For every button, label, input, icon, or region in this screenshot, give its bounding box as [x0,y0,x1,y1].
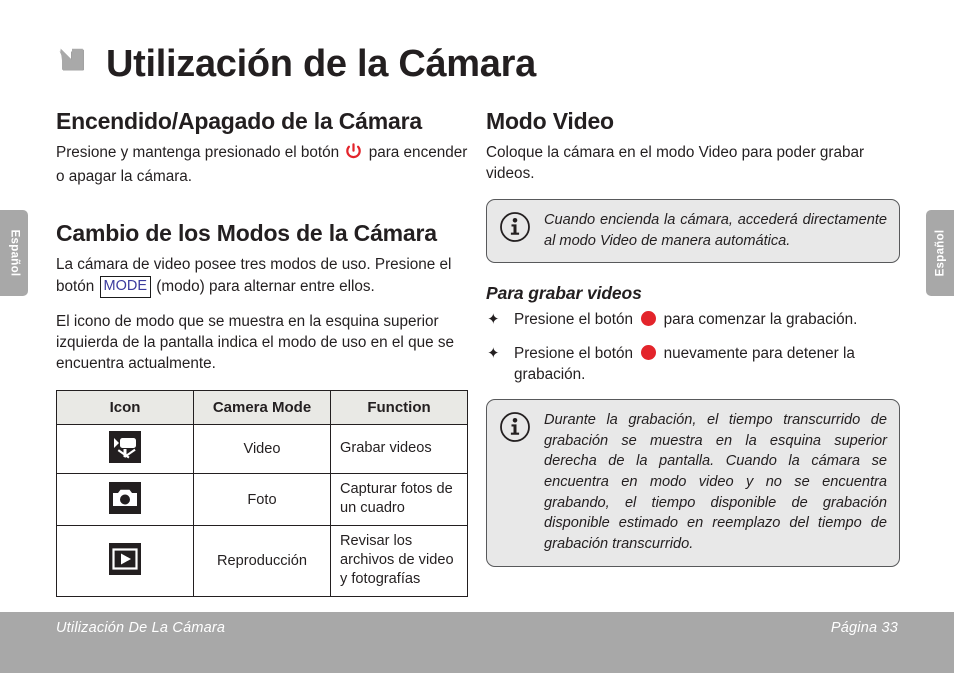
language-tab-right: Español [926,210,954,296]
right-column: Modo Video Coloque la cámara en el modo … [486,108,900,587]
language-tab-right-label: Español [934,229,946,277]
record-button-icon [641,345,657,361]
playback-icon [108,542,142,580]
mode-text-after: (modo) para alternar entre ellos. [156,278,375,296]
table-header-function: Function [330,390,468,426]
photo-camera-icon [108,481,142,519]
power-text-before: Presione y mantenga presionado el botón [56,144,340,162]
paragraph-mode-button: La cámara de video posee tres modos de u… [56,255,468,298]
note-text-tiempo-grabacion: Durante la grabación, el tiempo transcur… [544,411,887,553]
page-header: Utilización de la Cámara [56,44,536,83]
note-box-auto-video: Cuando encienda la cámara, accederá dire… [486,199,900,264]
cell-function-reproduccion: Revisar los archivos de video y fotograf… [330,525,468,598]
info-icon [499,211,531,248]
paragraph-mode-icon-location: El icono de modo que se muestra en la es… [56,313,454,372]
cell-icon-video [56,424,194,475]
note-box-tiempo-grabacion: Durante la grabación, el tiempo transcur… [486,398,900,567]
list-item: ✦ Presione el botón nuevamente para dete… [486,344,900,386]
table-row: Video Grabar videos [56,424,468,475]
cell-function-foto: Capturar fotos de un cuadro [330,473,468,527]
arrow-down-right-icon [56,44,90,83]
cell-mode-foto: Foto [193,473,331,527]
camera-modes-table: Icon Camera Mode Function Video Grabar v… [56,390,468,598]
cell-icon-foto [56,473,194,527]
power-icon [345,143,366,164]
page-title: Utilización de la Cámara [106,42,536,85]
bullet-text-before: Presione el botón [514,345,634,363]
star-bullet-icon: ✦ [487,345,500,363]
cell-mode-reproduccion: Reproducción [193,525,331,598]
heading-modo-video: Modo Video [486,108,614,134]
paragraph-power-instruction: Presione y mantenga presionado el botón … [56,143,468,188]
bullet-list-grabar: ✦ Presione el botón para comenzar la gra… [486,310,900,385]
record-button-icon [641,311,657,327]
footer-page-number: Página 33 [830,620,898,636]
cell-mode-video: Video [193,424,331,475]
heading-cambio-modos: Cambio de los Modos de la Cámara [56,220,437,247]
cell-icon-reproduccion [56,525,194,598]
heading-para-grabar-videos: Para grabar videos [486,283,642,304]
star-bullet-icon: ✦ [487,311,500,329]
info-icon [499,411,531,448]
table-header-camera-mode: Camera Mode [193,390,331,426]
language-tab-left-label: Español [8,229,20,277]
paragraph-modo-video: Coloque la cámara en el modo Video para … [486,144,865,183]
table-header-icon: Icon [56,390,194,426]
cell-function-video: Grabar videos [330,424,468,475]
left-column: Encendido/Apagado de la Cámara Presione … [56,108,468,598]
video-camera-icon [108,430,142,468]
bullet-text-before: Presione el botón [514,311,634,329]
mode-key-badge: MODE [99,276,152,298]
bullet-text-after: para comenzar la grabación. [663,311,858,329]
table-header-row: Icon Camera Mode Function [56,390,468,426]
table-row: Reproducción Revisar los archivos de vid… [56,525,468,598]
language-tab-left: Español [0,210,28,296]
note-text-auto-video: Cuando encienda la cámara, accederá dire… [544,212,887,249]
heading-encendido-apagado: Encendido/Apagado de la Cámara [56,108,422,134]
list-item: ✦ Presione el botón para comenzar la gra… [486,310,900,331]
footer-section-label: Utilización De La Cámara [56,620,226,636]
table-row: Foto Capturar fotos de un cuadro [56,473,468,527]
